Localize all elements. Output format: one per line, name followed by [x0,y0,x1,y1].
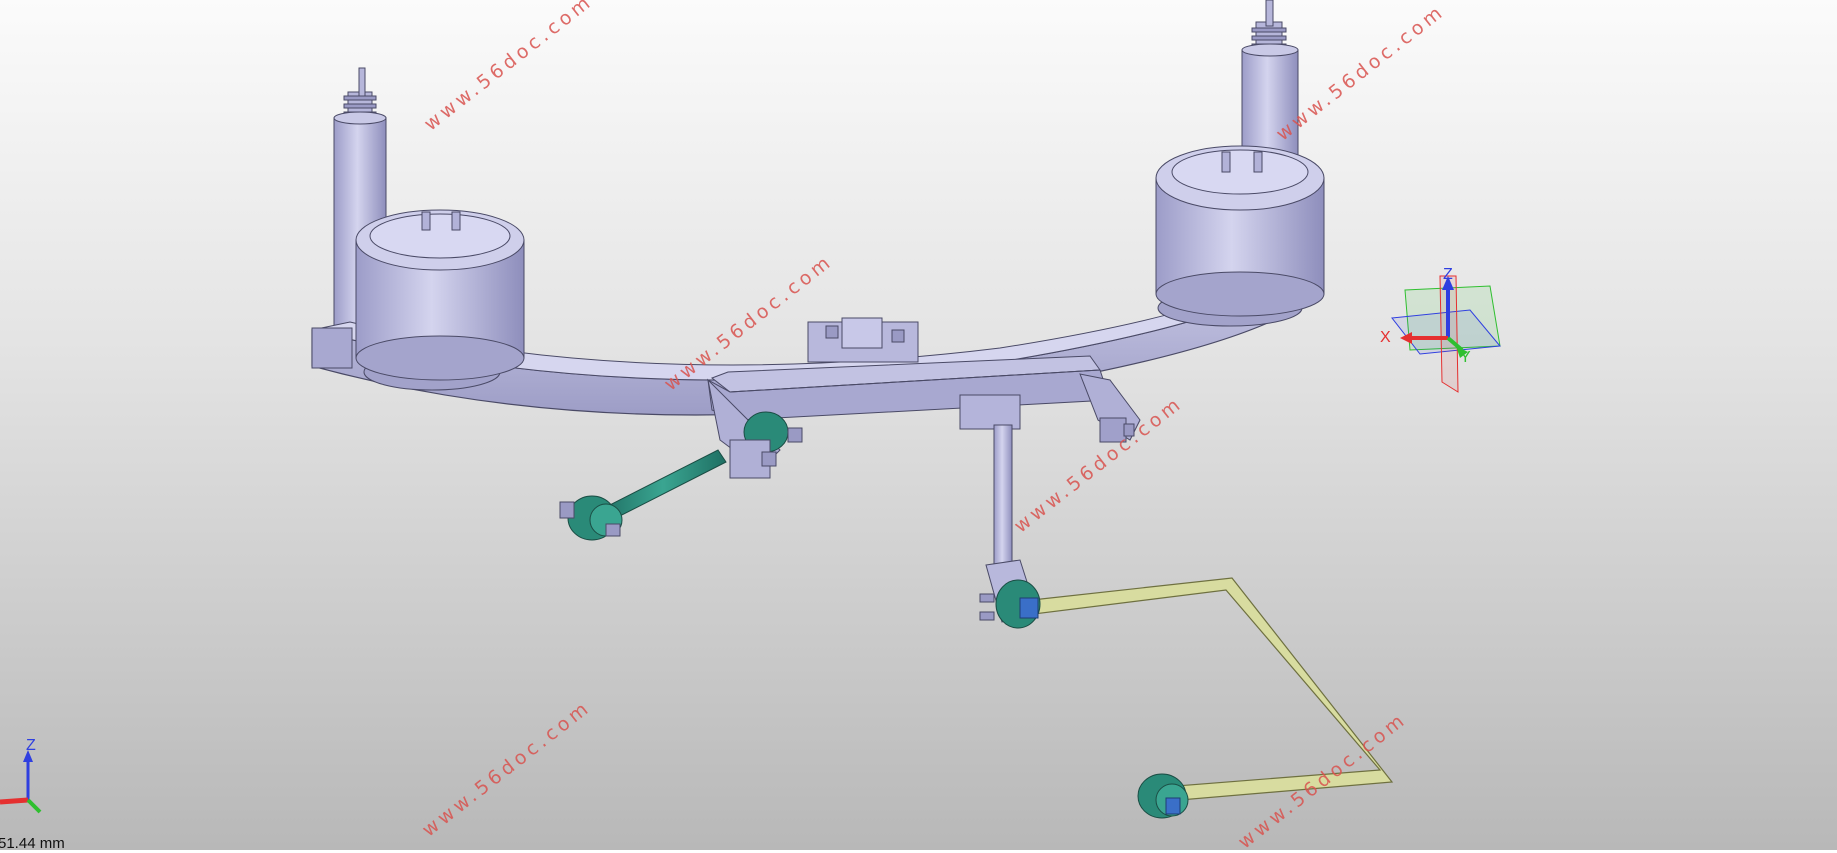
compass-y-label: Y [1460,349,1471,366]
compass-x-label: X [1380,329,1391,346]
right-air-spring [1155,145,1325,327]
left-air-spring [355,209,525,391]
mini-axis-triad: Z [0,737,42,814]
left-control-arm [559,411,803,541]
suspension-model[interactable]: Z X Y Z [0,0,1837,850]
3d-viewport[interactable]: Z X Y Z www.56doc.com www.56doc.com www.… [0,0,1837,853]
compass-z-label: Z [1443,266,1453,283]
mini-axis-z-label: Z [26,737,36,754]
orientation-compass[interactable]: Z X Y [1380,266,1501,393]
scale-readout: 51.44 mm [0,835,65,852]
